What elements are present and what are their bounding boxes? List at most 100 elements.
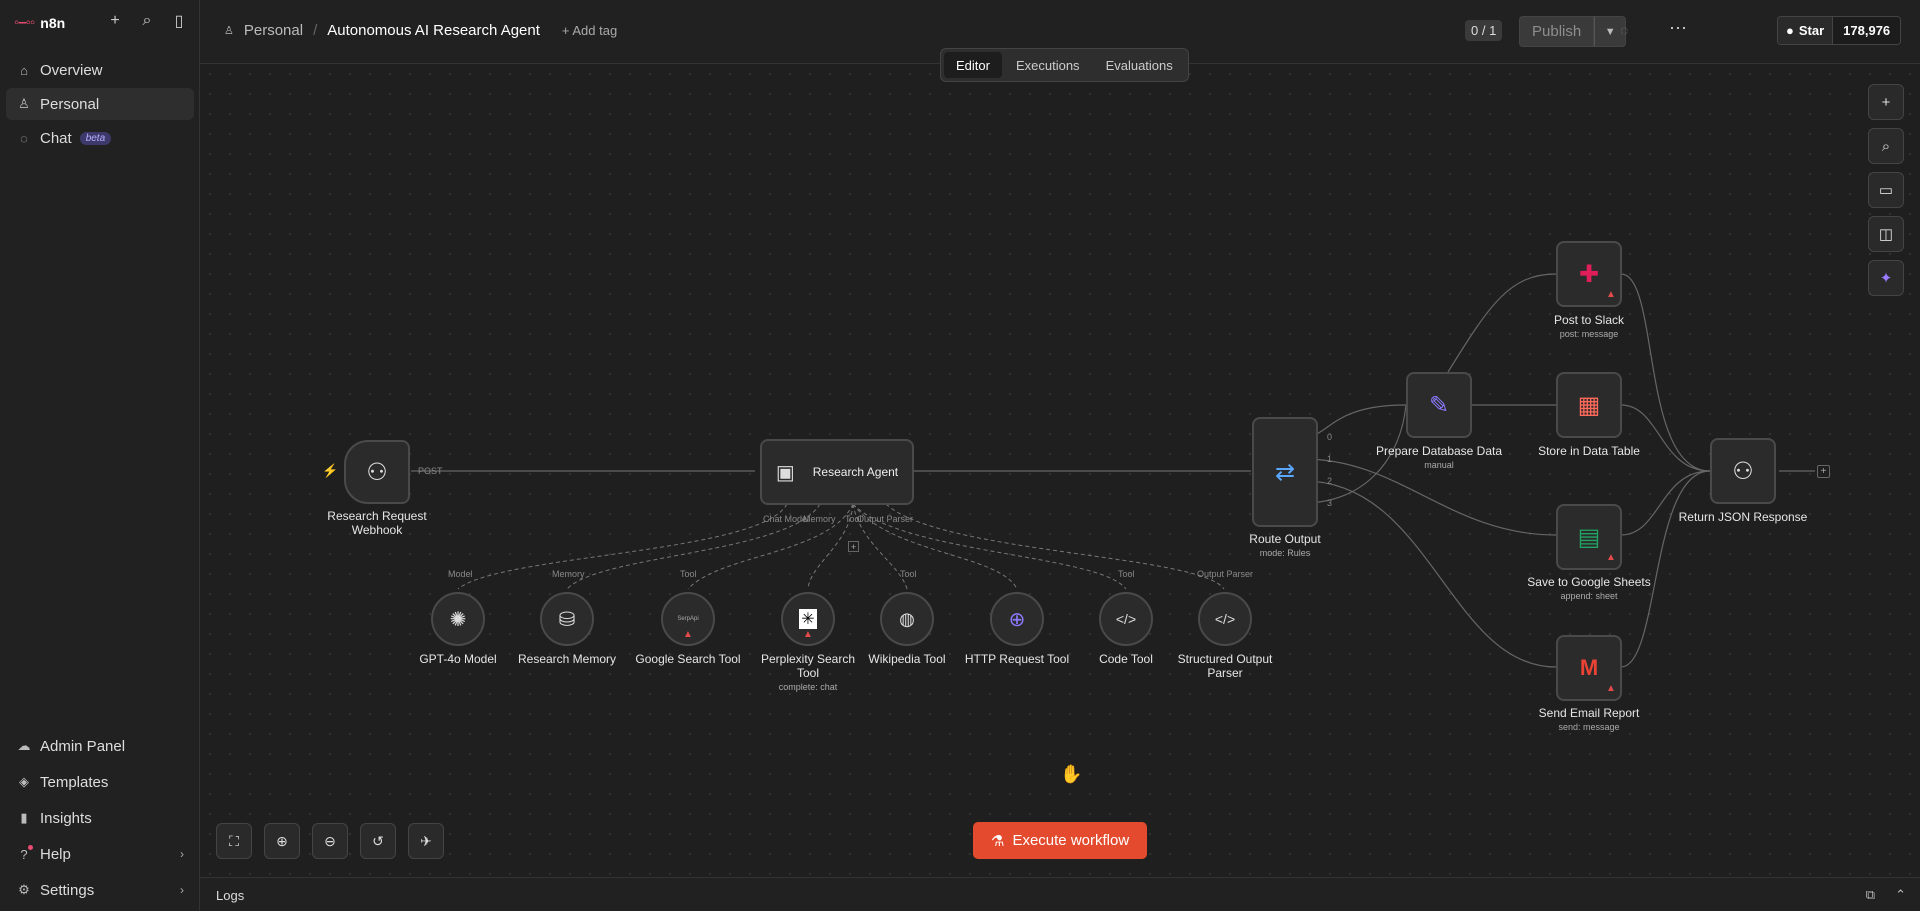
publish-group: Publish ▼ bbox=[1519, 16, 1627, 47]
node-label: Google Search Tool bbox=[635, 652, 741, 666]
chart-icon: ▮ bbox=[20, 810, 28, 825]
node-output-parser[interactable]: </> bbox=[1198, 592, 1252, 646]
sidebar-bottom-nav: ☁ Admin Panel ◈ Templates ▮ Insights ? H… bbox=[6, 729, 194, 909]
tab-evaluations[interactable]: Evaluations bbox=[1094, 52, 1185, 78]
chevron-right-icon: › bbox=[180, 847, 184, 861]
github-star-count: 178,976 bbox=[1833, 17, 1901, 44]
sticky-note-icon[interactable]: ▭ bbox=[1868, 172, 1904, 208]
connection-table-respond bbox=[1620, 404, 1711, 472]
node-webhook[interactable]: ⚇ bbox=[344, 440, 410, 504]
connection-wires bbox=[411, 273, 1815, 668]
node-label: Route Output bbox=[1249, 532, 1321, 546]
sidebar-nav: ⌂ Overview ♙ Personal ◌ Chat beta bbox=[6, 54, 194, 156]
breadcrumb: ♙ Personal / Autonomous AI Research Agen… bbox=[224, 22, 617, 39]
add-tag-button[interactable]: + Add tag bbox=[562, 23, 617, 38]
cloud-icon: ☁ bbox=[17, 738, 31, 753]
collapse-sidebar-icon[interactable]: ▯ bbox=[170, 12, 188, 30]
add-node-icon[interactable]: + bbox=[1868, 84, 1904, 120]
node-return-json[interactable]: ⚇ bbox=[1710, 438, 1776, 504]
node-research-memory[interactable]: ⛁ bbox=[540, 592, 594, 646]
sidebar-item-help[interactable]: ? Help › bbox=[6, 837, 194, 871]
sidebar-item-label: Chat bbox=[40, 129, 72, 147]
more-options-icon[interactable]: ⋯ bbox=[1669, 18, 1687, 39]
connection-route-email bbox=[1303, 480, 1557, 668]
port-label-3: 3 bbox=[1327, 498, 1333, 508]
undo-icon[interactable]: ↺ bbox=[360, 823, 396, 859]
robot-icon: ▣ bbox=[775, 461, 795, 484]
port-label-output-parser: Output Parser bbox=[1197, 569, 1254, 579]
flask-icon: ⚗ bbox=[991, 832, 1005, 850]
user-icon: ♙ bbox=[18, 96, 30, 111]
wikipedia-icon: ◍ bbox=[899, 608, 915, 629]
connection-sheets-respond bbox=[1620, 470, 1711, 536]
node-subtitle: append: sheet bbox=[1560, 591, 1618, 601]
workflow-title[interactable]: Autonomous AI Research Agent bbox=[327, 22, 540, 39]
sub-connection-gpt bbox=[457, 503, 788, 590]
sidebar-item-label: Insights bbox=[40, 809, 92, 827]
globe-icon: ⊕ bbox=[1008, 608, 1026, 631]
add-icon[interactable]: + bbox=[106, 12, 124, 30]
port-label-0: 0 bbox=[1327, 432, 1333, 442]
logo-text: n8n bbox=[40, 14, 66, 31]
breadcrumb-separator: / bbox=[313, 22, 318, 39]
node-label: Structured Output Parser bbox=[1177, 652, 1273, 680]
add-node-icon[interactable]: + bbox=[1817, 465, 1830, 478]
node-wikipedia[interactable]: ◍ bbox=[880, 592, 934, 646]
publish-button[interactable]: Publish bbox=[1519, 16, 1595, 47]
add-tool-icon[interactable]: + bbox=[848, 541, 859, 552]
tab-executions[interactable]: Executions bbox=[1004, 52, 1092, 78]
layers-icon: ◈ bbox=[19, 774, 29, 789]
warning-icon: ▲ bbox=[803, 629, 813, 640]
port-label-post: POST bbox=[418, 466, 443, 476]
code-icon: </> bbox=[1115, 611, 1137, 627]
popout-icon[interactable]: ⧉ bbox=[1866, 887, 1875, 903]
search-icon[interactable]: ⌕ bbox=[1868, 128, 1904, 164]
sidebar-item-chat[interactable]: ◌ Chat beta bbox=[6, 122, 194, 154]
workflow-canvas[interactable]: ⚡ ⚇ POST Research Request Webhook ▣ Rese… bbox=[200, 64, 1920, 877]
fit-view-icon[interactable]: ⛶ bbox=[216, 823, 252, 859]
openai-icon: ✺ bbox=[449, 608, 467, 631]
node-label: Prepare Database Data bbox=[1375, 444, 1503, 458]
node-data-table[interactable]: ▦ bbox=[1556, 372, 1622, 438]
node-http-request[interactable]: ⊕ bbox=[990, 592, 1044, 646]
port-label-tool: Tool bbox=[1118, 569, 1135, 579]
node-prepare-database[interactable]: ✎ bbox=[1406, 372, 1472, 438]
sidebar-item-templates[interactable]: ◈ Templates bbox=[6, 765, 194, 799]
panel-icon[interactable]: ◫ bbox=[1868, 216, 1904, 252]
node-route-output[interactable]: ⇄ bbox=[1252, 417, 1318, 527]
node-label: Post to Slack bbox=[1553, 313, 1625, 327]
execute-workflow-button[interactable]: ⚗ Execute workflow bbox=[973, 822, 1148, 859]
github-star-button[interactable]: ● Star 178,976 bbox=[1777, 16, 1902, 45]
sidebar-item-admin-panel[interactable]: ☁ Admin Panel bbox=[6, 729, 194, 763]
sheets-icon: ▤ bbox=[1577, 523, 1601, 551]
sidebar-item-overview[interactable]: ⌂ Overview bbox=[6, 54, 194, 86]
node-code[interactable]: </> bbox=[1099, 592, 1153, 646]
zoom-in-icon[interactable]: ⊕ bbox=[264, 823, 300, 859]
breadcrumb-project[interactable]: Personal bbox=[244, 22, 303, 39]
logo[interactable]: ◦–◦◦ n8n bbox=[14, 14, 65, 31]
node-gpt-4o[interactable]: ✺ bbox=[431, 592, 485, 646]
tidy-up-icon[interactable]: ✈ bbox=[408, 823, 444, 859]
sidebar-item-insights[interactable]: ▮ Insights bbox=[6, 801, 194, 835]
node-label: Save to Google Sheets bbox=[1527, 575, 1651, 589]
webhook-icon: ⚇ bbox=[1732, 457, 1754, 485]
chevron-up-icon[interactable]: ⌃ bbox=[1895, 887, 1906, 903]
port-label-1: 1 bbox=[1327, 454, 1333, 464]
sidebar-item-personal[interactable]: ♙ Personal bbox=[6, 88, 194, 120]
sidebar-item-settings[interactable]: ⚙ Settings › bbox=[6, 873, 194, 907]
logs-panel[interactable]: Logs ⧉ ⌃ bbox=[200, 877, 1920, 911]
canvas-bottom-tools: ⛶ ⊕ ⊖ ↺ ✈ bbox=[216, 823, 444, 859]
tab-editor[interactable]: Editor bbox=[944, 52, 1002, 78]
sidebar-item-label: Help bbox=[40, 845, 71, 863]
zoom-out-icon[interactable]: ⊖ bbox=[312, 823, 348, 859]
database-icon: ⛁ bbox=[558, 608, 576, 631]
search-icon[interactable]: ⌕ bbox=[138, 12, 156, 30]
node-label: Research Request Webhook bbox=[327, 509, 427, 537]
sidebar-item-label: Templates bbox=[40, 773, 109, 791]
node-subtitle: mode: Rules bbox=[1259, 548, 1311, 558]
port-label-memory: Memory bbox=[552, 569, 585, 579]
node-label: Research Memory bbox=[517, 652, 617, 666]
node-research-agent[interactable]: ▣ Research Agent bbox=[760, 439, 914, 505]
ai-assistant-icon[interactable]: ✦ bbox=[1868, 260, 1904, 296]
sub-connection-parser bbox=[885, 503, 1225, 590]
